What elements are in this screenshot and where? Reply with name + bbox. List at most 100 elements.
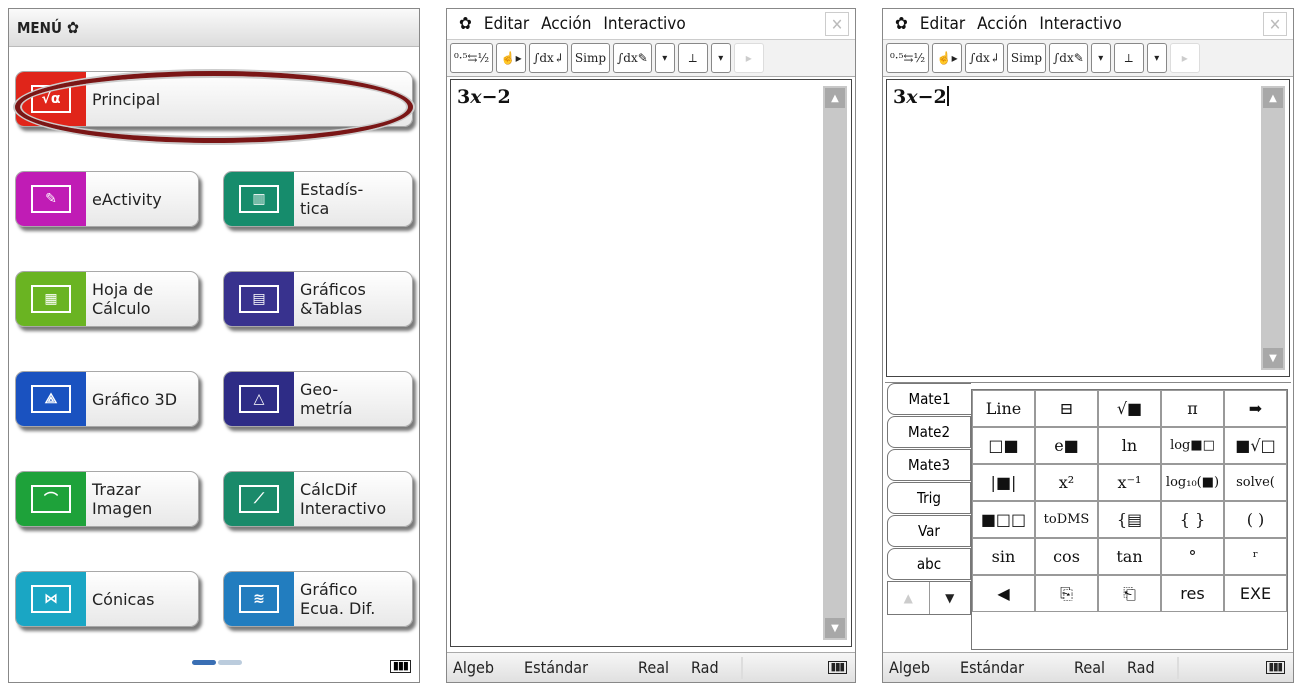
key-5[interactable]: □■	[972, 427, 1035, 464]
toolbar-button-3[interactable]: Simp	[1006, 43, 1047, 73]
key-25[interactable]: ◀	[972, 575, 1035, 612]
scroll-down-icon[interactable]: ▼	[825, 618, 845, 638]
key-4[interactable]: ➡	[1224, 390, 1287, 427]
key-9[interactable]: ■√□	[1224, 427, 1287, 464]
menu-item-9[interactable]: ⋈ Cónicas	[15, 571, 199, 627]
menu-accion[interactable]: Acción	[977, 14, 1027, 34]
menu-item-5[interactable]: ⟁ Gráfico 3D	[15, 371, 199, 427]
key-11[interactable]: x²	[1035, 464, 1098, 501]
menu-accion[interactable]: Acción	[541, 14, 591, 34]
keyboard-tab-trig[interactable]: Trig	[887, 482, 971, 514]
geometry-icon: △	[224, 372, 294, 426]
key-20[interactable]: sin	[972, 538, 1035, 575]
toolbar-button-8[interactable]: ▸	[733, 43, 764, 73]
key-28[interactable]: res	[1161, 575, 1224, 612]
toolbar-button-8[interactable]: ▸	[1169, 43, 1200, 73]
tab-up-icon[interactable]: ▲	[888, 582, 930, 614]
toolbar-button-5[interactable]: ▾	[654, 43, 675, 73]
status-angle[interactable]: Rad	[1127, 658, 1155, 677]
status-mode[interactable]: Algeb	[453, 658, 494, 677]
menu-item-0[interactable]: √α Principal	[15, 71, 413, 127]
tab-down-icon[interactable]: ▼	[930, 582, 971, 614]
scroll-down-icon[interactable]: ▼	[1263, 348, 1283, 368]
keyboard-tab-abc[interactable]: abc	[887, 548, 971, 580]
gear-icon[interactable]: ✿	[459, 14, 472, 34]
menu-editar[interactable]: Editar	[484, 14, 529, 34]
key-6[interactable]: e■	[1035, 427, 1098, 464]
scroll-up-icon[interactable]: ▲	[825, 88, 845, 108]
key-8[interactable]: log■□	[1161, 427, 1224, 464]
key-16[interactable]: toDMS	[1035, 501, 1098, 538]
keyboard-tab-mate1[interactable]: Mate1	[887, 383, 971, 415]
toolbar-button-6[interactable]: ⟂	[1113, 43, 1144, 73]
menu-item-3[interactable]: ▦ Hoja de Cálculo	[15, 271, 199, 327]
menu-item-4[interactable]: ▤ Gráficos &Tablas	[223, 271, 413, 327]
status-format[interactable]: Estándar	[524, 658, 588, 677]
key-24[interactable]: ʳ	[1224, 538, 1287, 575]
key-14[interactable]: solve(	[1224, 464, 1287, 501]
toolbar-button-2[interactable]: ∫dx↲	[529, 43, 568, 73]
toolbar-button-5[interactable]: ▾	[1090, 43, 1111, 73]
toolbar-button-3[interactable]: Simp	[570, 43, 611, 73]
icon-glyph: ⋈	[31, 585, 71, 613]
key-0[interactable]: Line	[972, 390, 1035, 427]
key-22[interactable]: tan	[1098, 538, 1161, 575]
toolbar-button-1[interactable]: ☝▸	[496, 43, 527, 73]
key-10[interactable]: |■|	[972, 464, 1035, 501]
menu-bar: ✿ Editar Acción Interactivo ✕	[447, 9, 855, 39]
menu-interactivo[interactable]: Interactivo	[603, 14, 685, 34]
scrollbar[interactable]: ▲ ▼	[823, 86, 847, 640]
key-3[interactable]: π	[1161, 390, 1224, 427]
key-7[interactable]: ln	[1098, 427, 1161, 464]
close-icon[interactable]: ✕	[1263, 12, 1287, 36]
toolbar-button-4[interactable]: ∫dx✎	[613, 43, 652, 73]
menu-item-7[interactable]: ⌒ Trazar Imagen	[15, 471, 199, 527]
work-area[interactable]: 3x−2 ▲ ▼	[450, 79, 852, 647]
toolbar-button-7[interactable]: ▾	[710, 43, 731, 73]
key-15[interactable]: ■□□	[972, 501, 1035, 538]
menu-interactivo[interactable]: Interactivo	[1039, 14, 1121, 34]
status-angle[interactable]: Rad	[691, 658, 719, 677]
gear-icon[interactable]: ✿	[895, 14, 908, 34]
key-19[interactable]: ( )	[1224, 501, 1287, 538]
menu-item-1[interactable]: ✎ eActivity	[15, 171, 199, 227]
gear-icon[interactable]: ✿	[67, 18, 79, 37]
toolbar-button-1[interactable]: ☝▸	[932, 43, 963, 73]
scroll-up-icon[interactable]: ▲	[1263, 88, 1283, 108]
menu-editar[interactable]: Editar	[920, 14, 965, 34]
key-12[interactable]: x⁻¹	[1098, 464, 1161, 501]
toolbar: ⁰·⁵⇆½ ☝▸ ∫dx↲ Simp ∫dx✎ ▾ ⟂ ▾ ▸	[447, 39, 855, 77]
keyboard-tab-mate2[interactable]: Mate2	[887, 416, 971, 448]
menu-item-10[interactable]: ≋ Gráfico Ecua. Dif.	[223, 571, 413, 627]
keyboard-tab-var[interactable]: Var	[887, 515, 971, 547]
status-mode[interactable]: Algeb	[889, 658, 930, 677]
key-1[interactable]: ⊟	[1035, 390, 1098, 427]
status-domain[interactable]: Real	[638, 658, 669, 677]
scrollbar[interactable]: ▲ ▼	[1261, 86, 1285, 370]
key-17[interactable]: {▤	[1098, 501, 1161, 538]
key-2[interactable]: √■	[1098, 390, 1161, 427]
key-13[interactable]: log₁₀(■)	[1161, 464, 1224, 501]
toolbar-button-0[interactable]: ⁰·⁵⇆½	[450, 43, 494, 73]
key-18[interactable]: { }	[1161, 501, 1224, 538]
key-23[interactable]: °	[1161, 538, 1224, 575]
close-icon[interactable]: ✕	[825, 12, 849, 36]
key-29[interactable]: EXE	[1224, 575, 1287, 612]
status-domain[interactable]: Real	[1074, 658, 1105, 677]
toolbar-button-0[interactable]: ⁰·⁵⇆½	[886, 43, 930, 73]
toolbar-button-7[interactable]: ▾	[1146, 43, 1167, 73]
key-27[interactable]: ⎗	[1098, 575, 1161, 612]
status-format[interactable]: Estándar	[960, 658, 1024, 677]
menu-item-6[interactable]: △ Geo- metría	[223, 371, 413, 427]
toolbar-button-6[interactable]: ⟂	[677, 43, 708, 73]
toolbar-button-4[interactable]: ∫dx✎	[1049, 43, 1088, 73]
key-26[interactable]: ⎘	[1035, 575, 1098, 612]
work-area[interactable]: 3x−2 ▲ ▼	[886, 79, 1290, 377]
menu-item-2[interactable]: ▥ Estadís- tica	[223, 171, 413, 227]
menu-item-8[interactable]: ⟋ CálcDif Interactivo	[223, 471, 413, 527]
toolbar-button-2[interactable]: ∫dx↲	[965, 43, 1004, 73]
keyboard-tab-mate3[interactable]: Mate3	[887, 449, 971, 481]
icon-glyph: ▥	[239, 185, 279, 213]
key-21[interactable]: cos	[1035, 538, 1098, 575]
menu-item-label: eActivity	[92, 189, 162, 209]
